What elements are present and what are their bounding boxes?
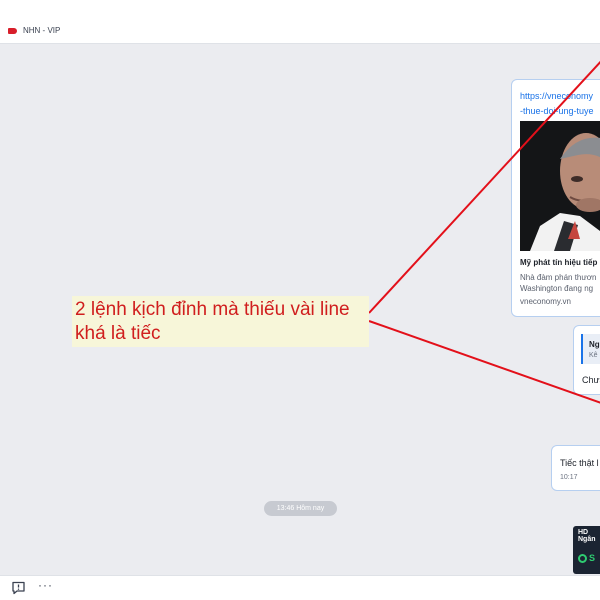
link-url-line-1[interactable]: https://vneconomy xyxy=(520,89,594,104)
annotation-box: 2 lệnh kịch đỉnh mà thiếu vài line khá l… xyxy=(72,296,369,347)
more-options-button[interactable]: ··· xyxy=(38,578,53,592)
label-tag-icon xyxy=(8,27,17,34)
quote-snippet: Kê xyxy=(589,352,598,359)
message-text: Tiếc thật l xyxy=(560,458,599,468)
link-url[interactable]: https://vneconomy -thue-doi-ung-tuye xyxy=(520,89,594,119)
top-bar: NHN - VIP xyxy=(0,0,600,44)
shared-card-logo: S xyxy=(578,553,595,563)
reply-message-bubble[interactable]: Ng Kê Chưa xyxy=(573,325,600,395)
annotation-line-2: khá là tiếc xyxy=(75,323,161,344)
quote-sender: Ng xyxy=(589,340,600,349)
group-tag-label: NHN - VIP xyxy=(23,26,61,35)
link-preview-card[interactable]: https://vneconomy -thue-doi-ung-tuye Mỹ … xyxy=(511,79,600,317)
link-desc-line-1: Nhà đàm phán thươn xyxy=(520,273,597,282)
shared-card-subtitle: Ngân xyxy=(578,536,596,543)
feedback-icon[interactable] xyxy=(11,581,26,595)
message-time: 10:17 xyxy=(560,474,578,481)
link-url-line-2[interactable]: -thue-doi-ung-tuye xyxy=(520,104,594,119)
logo-circle-icon xyxy=(578,553,587,563)
time-separator: 13:46 Hôm nay xyxy=(264,501,337,516)
group-tag[interactable]: NHN - VIP xyxy=(8,26,60,35)
reply-text: Chưa xyxy=(582,375,600,385)
message-bubble[interactable]: Tiếc thật l 10:17 xyxy=(551,445,600,491)
link-description: Nhà đàm phán thươn Washington đang ng xyxy=(520,272,596,294)
link-domain: vneconomy.vn xyxy=(520,297,571,306)
shared-card[interactable]: HD Ngân S xyxy=(573,526,600,574)
link-title[interactable]: Mỹ phát tín hiệu tiếp xyxy=(520,258,597,267)
logo-letter: S xyxy=(589,553,596,563)
bottom-bar: ··· xyxy=(0,575,600,600)
link-desc-line-2: Washington đang ng xyxy=(520,284,594,293)
quoted-message[interactable]: Ng Kê xyxy=(581,334,600,364)
news-photo-icon[interactable] xyxy=(520,121,600,251)
annotation-line-1: 2 lệnh kịch đỉnh mà thiếu vài line xyxy=(75,299,350,320)
annotation-text: 2 lệnh kịch đỉnh mà thiếu vài line khá l… xyxy=(75,298,350,346)
